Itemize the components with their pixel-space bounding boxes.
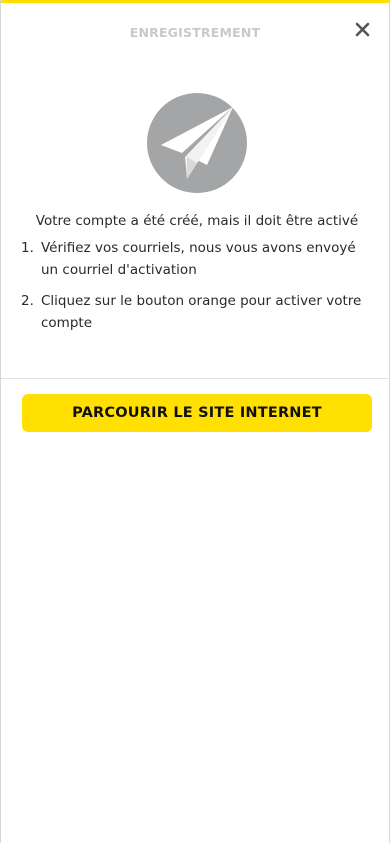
step-number: 2. (21, 293, 34, 309)
close-button[interactable] (353, 20, 373, 40)
top-accent-bar (1, 0, 389, 3)
close-icon (355, 22, 370, 37)
sent-illustration (147, 93, 247, 193)
account-created-message: Votre compte a été créé, mais il doit êt… (35, 213, 359, 229)
registration-screen: ENREGISTREMENT Votre compte a été créé, … (0, 0, 390, 843)
page-title: ENREGISTREMENT (129, 25, 261, 40)
step-item: 1. Vérifiez vos courriels, nous vous avo… (1, 238, 389, 281)
paper-plane-icon (161, 107, 233, 179)
divider (1, 378, 389, 379)
step-text: Vérifiez vos courriels, nous vous avons … (41, 240, 356, 278)
step-number: 1. (21, 240, 34, 256)
step-item: 2. Cliquez sur le bouton orange pour act… (1, 291, 389, 334)
activation-steps: 1. Vérifiez vos courriels, nous vous avo… (1, 238, 389, 344)
browse-website-button[interactable]: PARCOURIR LE SITE INTERNET (22, 394, 372, 432)
step-text: Cliquez sur le bouton orange pour active… (41, 293, 362, 331)
